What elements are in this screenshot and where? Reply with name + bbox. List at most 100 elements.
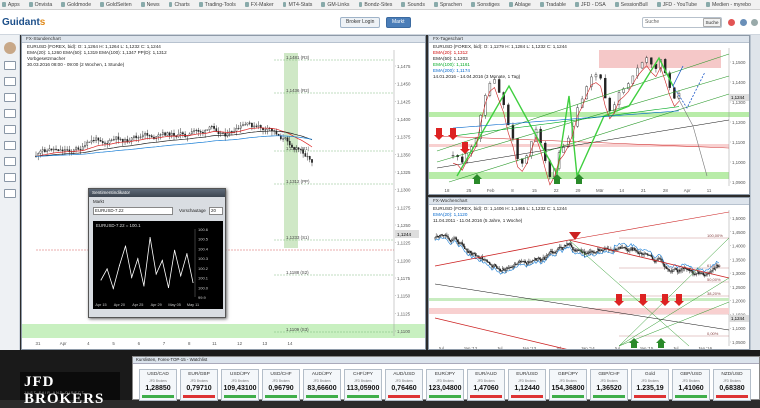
desktop-icon[interactable] [3, 61, 16, 70]
menu-icon[interactable] [751, 19, 758, 26]
weekly-candle [658, 258, 661, 260]
bookmark-item[interactable]: Tradable [546, 2, 566, 8]
weekly-candle [601, 250, 604, 252]
bookmark-icon [244, 2, 249, 7]
bookmark-item[interactable]: GM-Links [327, 2, 349, 8]
hourly-candle [284, 137, 287, 139]
bookmark-item[interactable]: JFD - YouTube [663, 2, 697, 8]
bookmark-item[interactable]: Sonstiges [477, 2, 500, 8]
weekly-candle [486, 260, 488, 263]
watchlist-tile[interactable]: CHF/JPY JFD Brokers 113,05900 [344, 369, 382, 401]
weekly-candle [546, 255, 548, 258]
pivot-level-label: 1,1109 (S3) [286, 327, 309, 332]
weekly-candle [521, 261, 523, 263]
markt-button[interactable]: Markt [386, 17, 411, 28]
list-icon[interactable] [3, 93, 16, 102]
people-icon[interactable] [3, 157, 16, 166]
notification-icon[interactable] [728, 19, 735, 26]
hourly-candle [97, 137, 100, 141]
sentiment-indicator-window[interactable]: Sentimentindikator Markt EURUSD-7.22 Vor… [88, 188, 226, 318]
hourly-candle [311, 159, 313, 163]
instrument-value: 1.235,19 [636, 385, 664, 392]
daily-candle [493, 79, 496, 84]
weekly-candle [484, 259, 486, 261]
channel-line [568, 211, 730, 241]
weekly-candle [642, 253, 644, 255]
chat-icon[interactable] [3, 141, 16, 150]
weekly-chart-pane[interactable]: FX-Wochenchart EURUSD (FOREX, bid): O: 1… [428, 197, 750, 350]
watchlist-tile[interactable]: Gold JFD Brokers 1.235,19 [631, 369, 669, 401]
watchlist-tile[interactable]: AUD/JPY JFD Brokers 83,66600 [303, 369, 341, 401]
bookmark-item[interactable]: Bondz-Sites [364, 2, 392, 8]
daily-chart-pane[interactable]: FX-Tageschart EURUSD (FOREX, bid): O: 1,… [428, 35, 750, 195]
bookmark-item[interactable]: Medien - myrebo [712, 2, 751, 8]
weekly-candle [509, 267, 511, 269]
bookmark-item[interactable]: Charts [174, 2, 189, 8]
user-icon[interactable] [740, 19, 747, 26]
watchlist-tile[interactable]: GBP/JPY JFD Brokers 154,36800 [549, 369, 587, 401]
hourly-candle [213, 126, 215, 129]
weekly-candle [502, 268, 504, 271]
watchlist-tile[interactable]: USD/CHF JFD Brokers 0,96790 [262, 369, 300, 401]
watchlist-tile[interactable]: USD/CAD JFD Brokers 1,28850 [139, 369, 177, 401]
avatar[interactable] [3, 42, 16, 54]
daily-candle [530, 141, 533, 157]
weekly-y-tick: 1,3500 [732, 257, 746, 262]
guidants-logo[interactable]: Guidants [2, 17, 45, 28]
weekly-candle [673, 269, 675, 272]
chart-icon[interactable] [3, 77, 16, 86]
bookmark-item[interactable]: Onvista [35, 2, 53, 8]
price-tag-label: 1,1244 [731, 316, 745, 321]
trend-bar [224, 395, 256, 398]
watchlist-tile[interactable]: NZD/USD JFD Brokers 0,68380 [713, 369, 751, 401]
bookmark-item[interactable]: SessionBull [621, 2, 648, 8]
markt-select[interactable]: EURUSD-7.22 [93, 207, 173, 215]
bookmark-item[interactable]: Goldmode [67, 2, 91, 8]
bookmark-item[interactable]: Apps [8, 2, 20, 8]
bookmark-icon [2, 2, 6, 7]
watchlist-tile[interactable]: USD/JPY JFD Brokers 109,43100 [221, 369, 259, 401]
bookmark-item[interactable]: Sprachen [440, 2, 462, 8]
watchlist-window[interactable]: Kurslisten, Forex-TOP-15 - Watchlist USD… [132, 356, 760, 401]
weekly-candle [660, 258, 662, 260]
watchlist-tile[interactable]: AUD/USD JFD Brokers 0,76460 [385, 369, 423, 401]
bookmark-item[interactable]: JFD - DSA [581, 2, 606, 8]
watchlist-tile[interactable]: EUR/JPY JFD Brokers 123,04800 [426, 369, 464, 401]
settings-icon[interactable] [3, 125, 16, 134]
broker-login-button[interactable]: Broker Login [340, 17, 381, 28]
vorschau-input[interactable]: 20 [209, 207, 223, 215]
watchlist-title: Kurslisten, Forex-TOP-15 - Watchlist [133, 357, 759, 364]
bookmark-item[interactable]: Sounds [407, 2, 425, 8]
bookmark-item[interactable]: MT4-Stats [288, 2, 312, 8]
watchlist-tile[interactable]: EUR/USD JFD Brokers 1,12440 [508, 369, 546, 401]
left-y-tick: 1,1350 [397, 152, 411, 157]
bookmark-icon [401, 2, 406, 7]
weekly-candle [576, 249, 579, 251]
indicator-point [125, 245, 127, 247]
bookmark-item[interactable]: GoldSeiten [106, 2, 132, 8]
folder-icon[interactable] [3, 173, 16, 182]
news-icon[interactable] [3, 109, 16, 118]
help-icon[interactable] [3, 189, 16, 198]
weekly-candle [689, 270, 692, 272]
hourly-candle [193, 130, 195, 132]
hourly-candle [81, 146, 84, 151]
watchlist-tile[interactable]: EUR/GBP JFD Brokers 0,79710 [180, 369, 218, 401]
instrument-value: 0,76460 [391, 385, 417, 392]
hourly-candle [106, 143, 109, 145]
weekly-candle [512, 266, 515, 268]
watchlist-tile[interactable]: EUR/AUD JFD Brokers 1,47060 [467, 369, 505, 401]
trend-bar [634, 395, 666, 398]
bookmark-item[interactable]: Ablage [515, 2, 531, 8]
weekly-y-tick: 1,4500 [732, 230, 746, 235]
hourly-candle [170, 132, 173, 136]
bookmark-item[interactable]: FX-Maker [251, 2, 274, 8]
right-scrollbar[interactable] [750, 35, 760, 350]
search-button[interactable]: Suche [703, 18, 721, 27]
weekly-candle [532, 259, 535, 261]
bookmark-item[interactable]: News [147, 2, 160, 8]
watchlist-tile[interactable]: GBP/USD JFD Brokers 1,41060 [672, 369, 710, 401]
hourly-candle [57, 149, 60, 152]
watchlist-tile[interactable]: GBP/CHF JFD Brokers 1,36520 [590, 369, 628, 401]
bookmark-item[interactable]: Trading-Tools [205, 2, 236, 8]
